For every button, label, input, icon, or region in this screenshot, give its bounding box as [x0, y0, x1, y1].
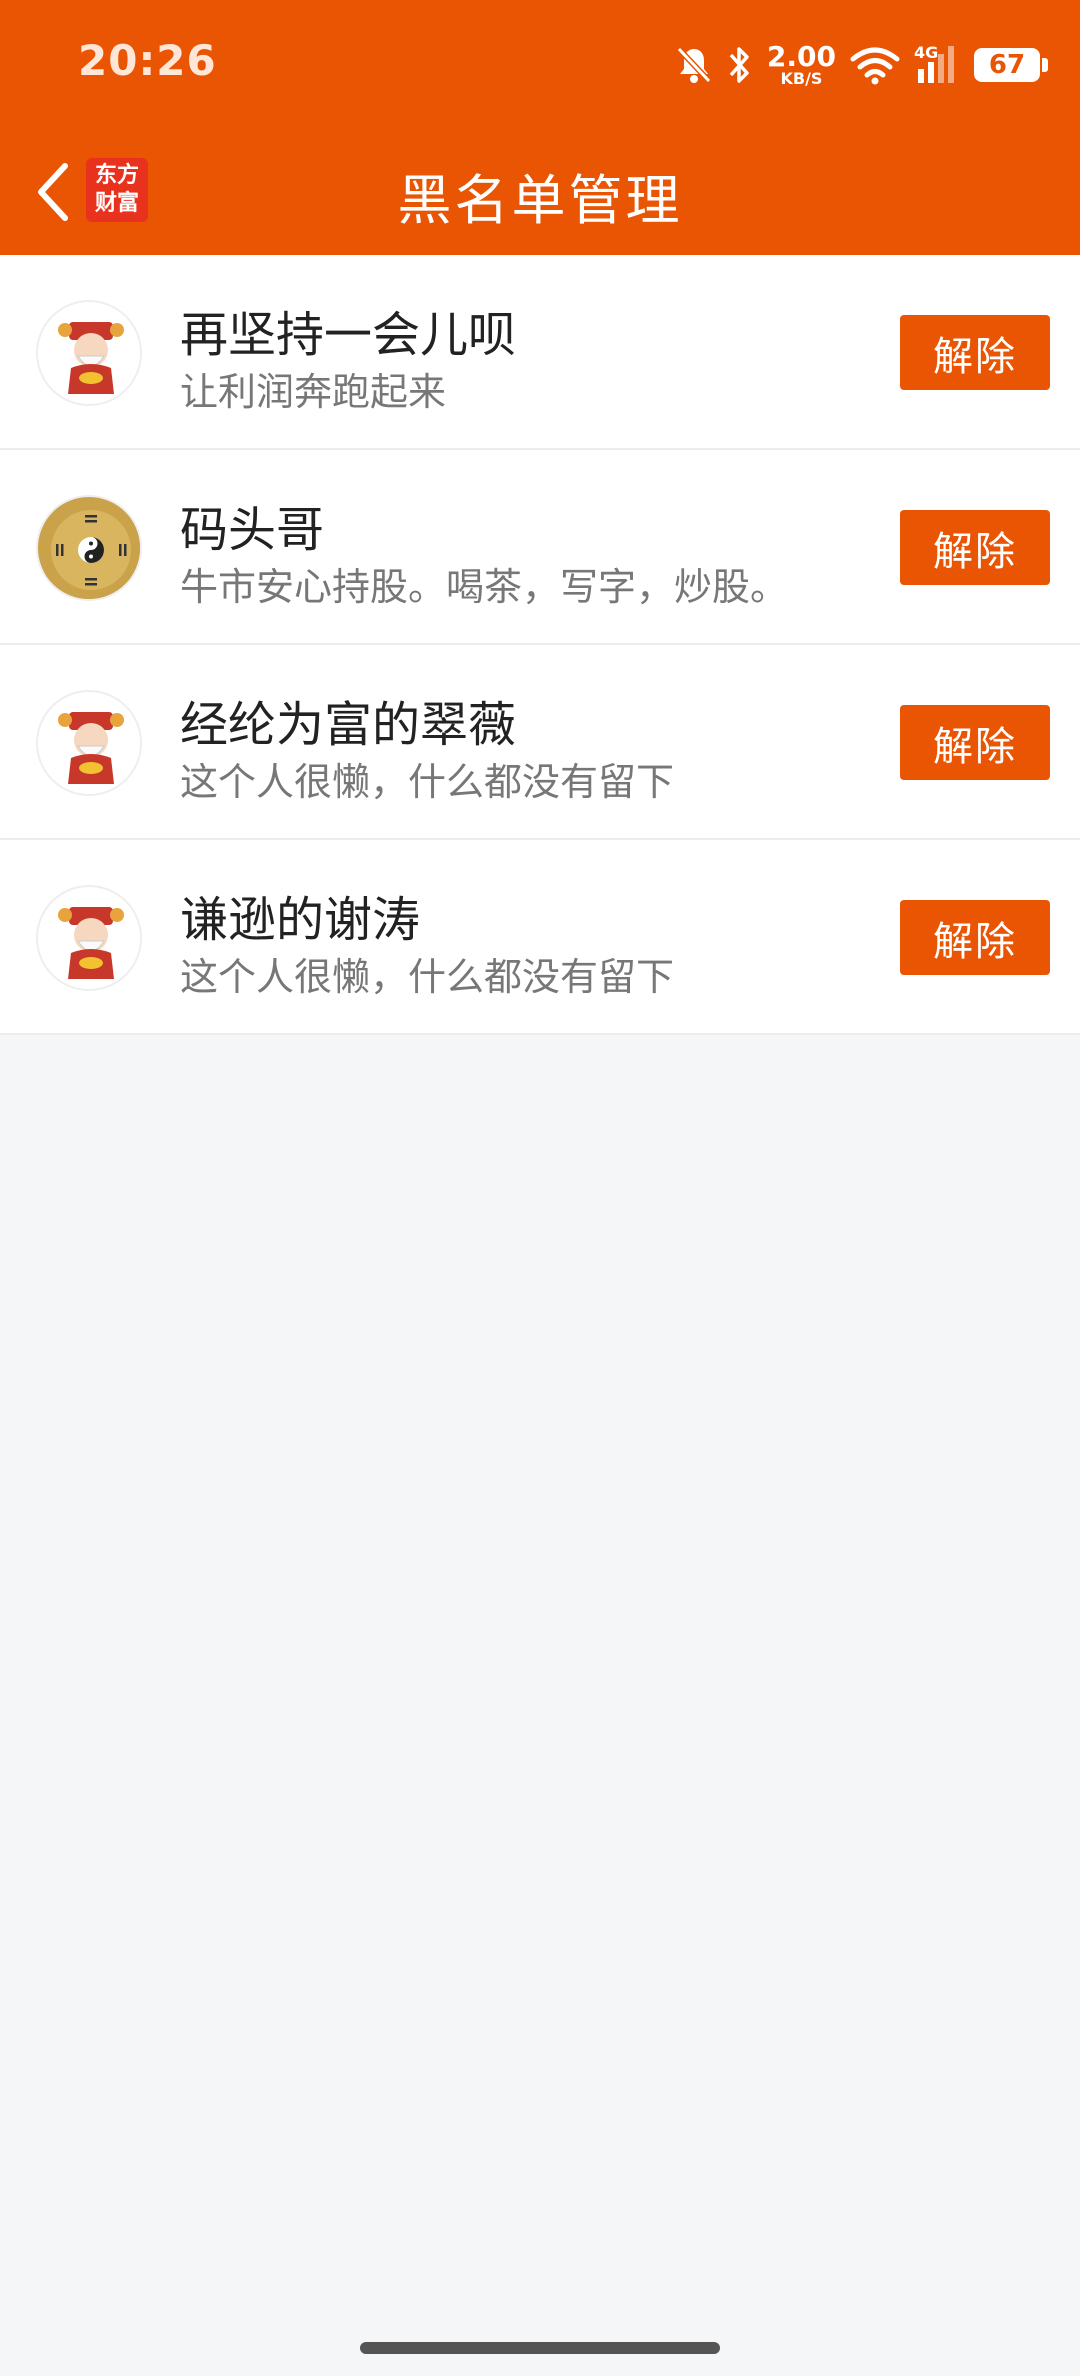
- unblock-button[interactable]: 解除: [900, 705, 1050, 780]
- battery-icon: 67: [974, 48, 1048, 82]
- avatar[interactable]: [36, 300, 142, 406]
- avatar[interactable]: [36, 885, 142, 991]
- user-name: 谦逊的谢涛: [180, 892, 421, 948]
- bell-muted-icon: [676, 46, 712, 84]
- unblock-button[interactable]: 解除: [900, 510, 1050, 585]
- home-indicator[interactable]: [360, 2342, 720, 2354]
- user-signature: 牛市安心持股。喝茶，写字，炒股。: [180, 565, 789, 609]
- bluetooth-icon: [729, 47, 749, 83]
- status-time: 20:26: [78, 36, 217, 85]
- god-of-wealth-icon: [39, 888, 140, 989]
- god-of-wealth-icon: [39, 693, 140, 794]
- status-bar: 20:26 2.00 KB/S 4G 67: [0, 0, 1080, 128]
- network-speed: 2.00 KB/S: [766, 40, 836, 88]
- user-signature: 这个人很懒，什么都没有留下: [180, 955, 675, 999]
- bagua-taiji-icon: [39, 498, 140, 599]
- user-signature: 让利润奔跑起来: [180, 370, 447, 414]
- user-name: 再坚持一会儿呗: [180, 307, 517, 363]
- list-item: 经纶为富的翠薇 这个人很懒，什么都没有留下 解除: [0, 645, 1080, 840]
- avatar[interactable]: [36, 495, 142, 601]
- status-icons: 2.00 KB/S 4G 67: [675, 40, 1048, 90]
- page-title: 黑名单管理: [397, 169, 683, 232]
- blacklist: 再坚持一会儿呗 让利润奔跑起来 解除 码头哥 牛市安心持股。喝茶，写字，炒股。 …: [0, 255, 1080, 1035]
- user-name: 经纶为富的翠薇: [180, 697, 517, 753]
- signal-bars-icon: [918, 46, 954, 83]
- unblock-button[interactable]: 解除: [900, 315, 1050, 390]
- list-item: 谦逊的谢涛 这个人很懒，什么都没有留下 解除: [0, 840, 1080, 1035]
- list-item: 再坚持一会儿呗 让利润奔跑起来 解除: [0, 255, 1080, 450]
- unblock-button[interactable]: 解除: [900, 900, 1050, 975]
- wifi-icon: [850, 47, 900, 85]
- user-name: 码头哥: [180, 502, 325, 558]
- app-header: 20:26 2.00 KB/S 4G 67 东方 财富 黑名单管理: [0, 0, 1080, 255]
- avatar[interactable]: [36, 690, 142, 796]
- cellular-signal: 4G: [914, 43, 960, 85]
- navigation-bar: 东方 财富 黑名单管理: [0, 128, 1080, 255]
- god-of-wealth-icon: [39, 303, 140, 404]
- user-signature: 这个人很懒，什么都没有留下: [180, 760, 675, 804]
- list-item: 码头哥 牛市安心持股。喝茶，写字，炒股。 解除: [0, 450, 1080, 645]
